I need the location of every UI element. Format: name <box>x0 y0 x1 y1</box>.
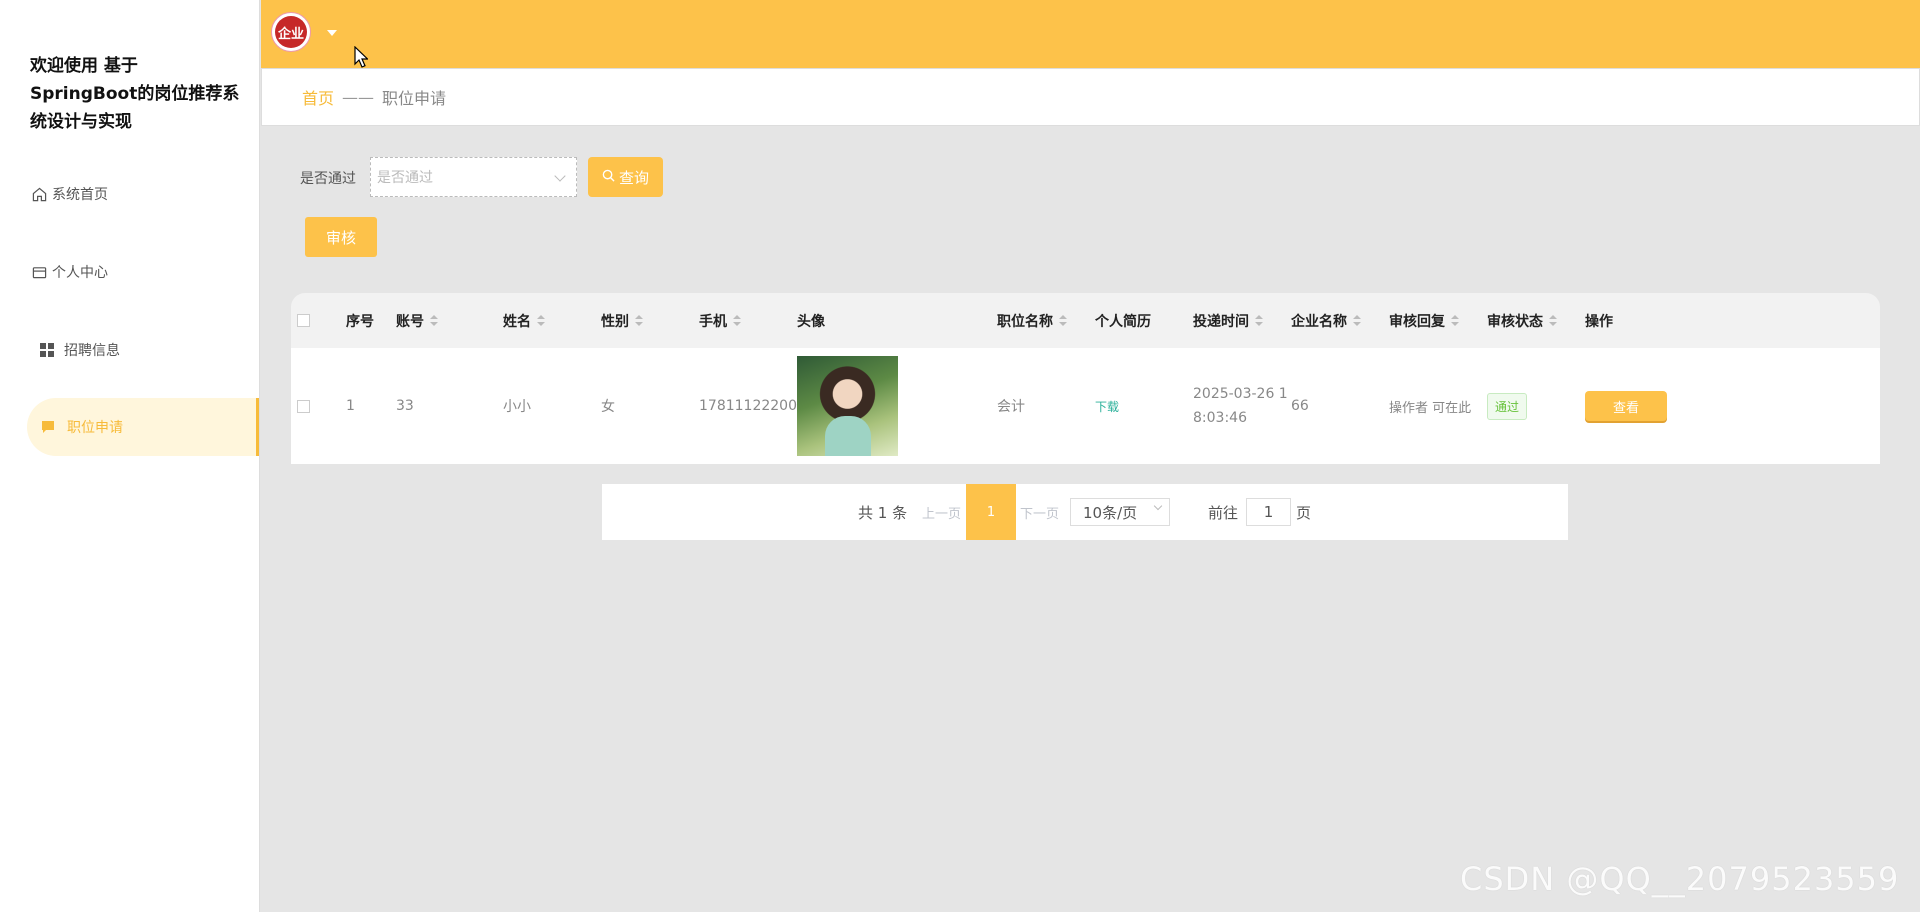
column-header[interactable]: 性别 <box>601 293 643 348</box>
cell-time: 2025-03-26 1 8:03:46 <box>1193 348 1288 464</box>
column-header[interactable]: 姓名 <box>503 293 545 348</box>
column-header[interactable]: 职位名称 <box>997 293 1067 348</box>
chevron-down-icon <box>554 170 566 182</box>
view-button[interactable]: 查看 <box>1585 391 1667 421</box>
cell-company: 66 <box>1291 398 1309 414</box>
select-placeholder: 是否通过 <box>377 170 433 186</box>
column-header[interactable]: 审核状态 <box>1487 293 1557 348</box>
row-checkbox[interactable] <box>297 348 310 464</box>
sidebar-item-applications[interactable]: 职位申请 <box>27 398 259 456</box>
column-header: 操作 <box>1585 313 1613 330</box>
cell-reply: 操作者 可在此 <box>1389 400 1472 416</box>
sort-icon <box>430 314 438 327</box>
audit-button[interactable]: 审核 <box>305 217 377 257</box>
cell-action: 查看 <box>1585 348 1667 464</box>
cell-status: 通过 <box>1487 348 1528 464</box>
time-line: 8:03:46 <box>1193 410 1247 426</box>
home-icon <box>30 185 48 203</box>
column-header: 头像 <box>797 313 825 330</box>
approved-select[interactable]: 是否通过 <box>370 157 577 197</box>
sort-icon <box>1549 314 1557 327</box>
avatar-photo <box>797 356 898 456</box>
time-line: 2025-03-26 1 <box>1193 386 1288 402</box>
column-header[interactable]: 手机 <box>699 293 741 348</box>
column-header[interactable]: 账号 <box>396 293 438 348</box>
column-header[interactable]: 投递时间 <box>1193 293 1263 348</box>
app-title: 欢迎使用 基于SpringBoot的岗位推荐系统设计与实现 <box>30 56 240 132</box>
grid-icon <box>38 341 56 359</box>
query-button[interactable]: 查询 <box>588 157 663 197</box>
sidebar-item-profile[interactable]: 个人中心 <box>0 243 259 301</box>
table-row: 1 33 小小 女 17811122200 会计 下载 2025-03-26 1… <box>291 348 1880 464</box>
cell-account: 33 <box>396 398 414 414</box>
breadcrumb-current: 职位申请 <box>382 89 447 108</box>
page-number-button[interactable]: 1 <box>966 484 1016 540</box>
column-header[interactable]: 审核回复 <box>1389 293 1459 348</box>
user-card-icon <box>30 263 48 281</box>
sort-icon <box>1451 314 1459 327</box>
sidebar-item-label: 招聘信息 <box>64 343 120 359</box>
column-header: 序号 <box>346 313 374 330</box>
sort-icon <box>1059 314 1067 327</box>
sidebar-item-label: 个人中心 <box>52 265 108 281</box>
query-button-label: 查询 <box>618 168 649 187</box>
breadcrumb-separator: —— <box>342 87 375 107</box>
filter-label: 是否通过 <box>300 171 356 187</box>
page-size-value: 10条/页 <box>1083 503 1138 522</box>
sidebar: 欢迎使用 基于SpringBoot的岗位推荐系统设计与实现 系统首页 个人中心 … <box>0 0 260 912</box>
pagination-total: 共 1 条 <box>858 503 908 522</box>
sort-icon <box>1255 314 1263 327</box>
cell-index: 1 <box>346 398 355 414</box>
cell-resume: 下载 <box>1095 348 1119 464</box>
chevron-down-icon <box>1153 501 1163 511</box>
breadcrumb-home[interactable]: 首页 <box>302 85 334 109</box>
watermark: CSDN @QQ__2079523559 <box>1460 860 1900 898</box>
sort-icon <box>537 314 545 327</box>
table-header: 序号 账号 姓名 性别 手机 头像 职位名称 个人简历 投递时间 企业名称 审核… <box>291 293 1880 348</box>
search-icon <box>602 168 615 186</box>
cell-gender: 女 <box>601 399 615 415</box>
cell-avatar <box>797 348 898 464</box>
sidebar-item-label: 职位申请 <box>67 420 123 436</box>
sidebar-item-jobs[interactable]: 招聘信息 <box>0 321 259 379</box>
applications-table: 序号 账号 姓名 性别 手机 头像 职位名称 个人简历 投递时间 企业名称 审核… <box>291 293 1880 464</box>
download-link[interactable]: 下载 <box>1095 398 1119 415</box>
goto-page-input[interactable]: 1 <box>1246 498 1291 526</box>
next-page-button[interactable]: 下一页 <box>1020 484 1059 540</box>
chat-icon <box>39 418 57 436</box>
cell-name: 小小 <box>503 399 531 415</box>
cell-phone: 17811122200 <box>699 398 797 414</box>
page-suffix: 页 <box>1296 503 1312 522</box>
breadcrumb: 首页 —— 职位申请 <box>261 68 1920 126</box>
caret-down-icon[interactable] <box>327 30 337 36</box>
column-header[interactable]: 企业名称 <box>1291 293 1361 348</box>
pagination: 共 1 条 上一页 1 下一页 10条/页 前往 1 页 <box>602 484 1568 540</box>
goto-label: 前往 <box>1208 503 1239 522</box>
sidebar-item-home[interactable]: 系统首页 <box>0 165 259 223</box>
avatar[interactable]: 企业 <box>271 12 311 52</box>
select-all-checkbox[interactable] <box>297 293 310 348</box>
sidebar-item-label: 系统首页 <box>52 187 108 203</box>
company-logo: 企业 <box>275 16 307 48</box>
sort-icon <box>733 314 741 327</box>
sort-icon <box>635 314 643 327</box>
sort-icon <box>1353 314 1361 327</box>
cell-position: 会计 <box>997 399 1025 415</box>
prev-page-button[interactable]: 上一页 <box>922 484 961 540</box>
page-size-select[interactable]: 10条/页 <box>1070 498 1170 526</box>
top-header: 企业 <box>261 0 1920 68</box>
column-header: 个人简历 <box>1095 313 1151 330</box>
status-badge: 通过 <box>1487 392 1528 420</box>
